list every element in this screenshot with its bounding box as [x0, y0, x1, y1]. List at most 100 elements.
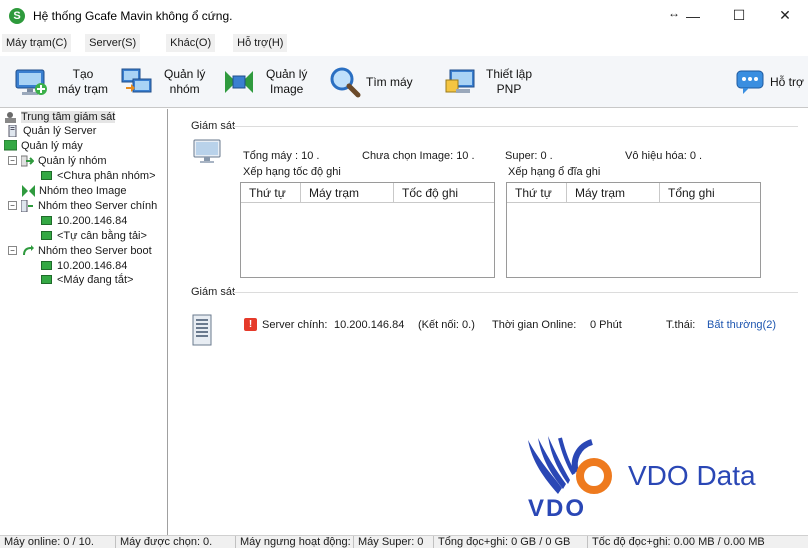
group-monitors-icon: [120, 66, 154, 98]
tree-item-label: 10.200.146.84: [57, 259, 128, 272]
close-button[interactable]: ✕: [762, 0, 808, 31]
status-super: Máy Super: 0: [354, 535, 434, 548]
tree-item-server-manage[interactable]: Quản lý Server: [6, 123, 96, 138]
app-logo-icon: S: [9, 7, 25, 24]
tree-item-group-by-image[interactable]: Nhóm theo Image: [22, 183, 126, 198]
tree-item-group-manage[interactable]: − Quản lý nhóm: [8, 153, 106, 168]
menu-ho-tro[interactable]: Hỗ trợ(H): [233, 34, 288, 52]
menu-server[interactable]: Server(S): [85, 34, 141, 52]
column-header[interactable]: Tốc độ ghi: [394, 183, 494, 202]
tree-item-label: 10.200.146.84: [57, 214, 128, 227]
create-station-button[interactable]: Tạo máy trạm: [14, 62, 108, 102]
tree-item-label: Nhóm theo Server chính: [38, 199, 158, 212]
server-tower-icon: [191, 314, 213, 349]
disabled-text: Vô hiệu hóa: 0 .: [625, 150, 703, 162]
tree-item-load-balance[interactable]: <Tự cân bằng tải>: [40, 228, 147, 243]
toolbar: Tạo máy trạm Quản lý nhóm Quản lý Image Tìm…: [0, 56, 808, 108]
create-station-label: Tạo máy trạm: [58, 67, 109, 96]
status-total-rw: Tổng đọc+ghi: 0 GB / 0 GB: [434, 535, 588, 548]
collapse-icon[interactable]: −: [8, 201, 17, 210]
monitor-section-title: Giám sát: [191, 120, 236, 132]
vdo-mark-icon: VDO: [528, 436, 612, 522]
boot-arrow-icon: [21, 244, 34, 257]
tree-item-ungrouped[interactable]: <Chưa phân nhóm>: [40, 168, 156, 183]
image-arrows-icon: [222, 66, 256, 98]
column-header[interactable]: Thứ tự: [507, 183, 567, 202]
window-controls: — ☐ ✕: [670, 0, 808, 31]
alert-icon: !: [244, 318, 257, 331]
status-selected: Máy được chọn: 0.: [116, 535, 236, 548]
manage-group-label: Quản lý nhóm: [164, 67, 206, 96]
column-header[interactable]: Thứ tự: [241, 183, 301, 202]
tree-item-monitor-center[interactable]: Trung tâm giám sát: [4, 109, 116, 124]
pc-icon: [40, 170, 53, 182]
no-image-text: Chưa chọn Image: 10 .: [362, 150, 475, 162]
magnifier-icon: [328, 66, 362, 98]
column-header[interactable]: Máy trạm: [567, 183, 660, 202]
menu-khac[interactable]: Khác(O): [166, 34, 216, 52]
maximize-button[interactable]: ☐: [716, 0, 762, 31]
support-label: Hỗ trợ: [770, 74, 804, 89]
table-header: Thứ tự Máy trạm Tốc độ ghi: [241, 183, 494, 203]
setup-pnp-button[interactable]: Thiết lập PNP: [444, 62, 532, 102]
tree-item-machines-off[interactable]: <Máy đang tắt>: [40, 272, 133, 287]
monitor-add-icon: [14, 66, 48, 98]
monitor-center-icon: [4, 111, 17, 123]
status-label: T.thái:: [666, 319, 696, 331]
manage-group-button[interactable]: Quản lý nhóm: [120, 62, 205, 102]
pc-icon: [40, 260, 53, 272]
chat-support-icon: [734, 66, 768, 98]
group-arrow-icon: [21, 155, 34, 167]
window-title: Hệ thống Gcafe Mavin không ổ cứng.: [33, 8, 233, 23]
tree-item-label: Quản lý máy: [21, 139, 83, 152]
menu-bar: Máy trạm(C) Server(S) Khác(O) Hỗ trợ(H): [0, 33, 808, 53]
tree-item-label: <Máy đang tắt>: [57, 273, 134, 286]
status-speed-rw: Tốc độ đọc+ghi: 0.00 MB / 0.00 MB: [592, 536, 765, 548]
manage-image-label: Quản lý Image: [266, 67, 308, 96]
main-server-label: Server chính:: [262, 319, 328, 331]
section-divider: [233, 126, 798, 127]
monitor-icon: [193, 139, 221, 168]
navigation-tree: Trung tâm giám sát Quản lý Server Quản l…: [0, 109, 168, 535]
collapse-icon[interactable]: −: [8, 246, 17, 255]
table-header: Thứ tự Máy trạm Tổng ghi: [507, 183, 760, 203]
main-server-ip: 10.200.146.84: [334, 319, 405, 331]
menu-may-tram[interactable]: Máy trạm(C): [2, 34, 72, 52]
status-online: Máy online: 0 / 10.: [0, 535, 116, 548]
vdo-mark-text: VDO: [528, 495, 586, 522]
tree-item-main-server-ip[interactable]: 10.200.146.84: [40, 213, 127, 228]
find-machine-label: Tìm máy: [366, 74, 413, 89]
tree-item-label: <Tự cân bằng tải>: [57, 229, 147, 242]
speed-rank-table[interactable]: Thứ tự Máy trạm Tốc độ ghi: [240, 182, 495, 278]
status-stopped: Máy ngưng hoạt động:: [236, 535, 354, 548]
manage-image-button[interactable]: Quản lý Image: [222, 62, 307, 102]
disk-rank-table[interactable]: Thứ tự Máy trạm Tổng ghi: [506, 182, 761, 278]
server-group-icon: [21, 199, 34, 212]
section-divider: [233, 292, 798, 293]
pnp-monitor-icon: [444, 66, 478, 98]
tree-item-label: <Chưa phân nhóm>: [57, 169, 156, 182]
monitor-green-icon: [4, 139, 17, 152]
column-header[interactable]: Máy trạm: [301, 183, 394, 202]
status-abnormal-link[interactable]: Bất thường(2): [707, 319, 776, 331]
server-tower-icon: [6, 124, 19, 137]
total-machines-text: Tổng máy : 10 .: [243, 150, 320, 162]
speed-rank-title: Xếp hạng tốc độ ghi: [243, 166, 341, 178]
column-header[interactable]: Tổng ghi: [660, 183, 760, 202]
tree-item-group-by-boot-server[interactable]: − Nhóm theo Server boot: [8, 243, 152, 258]
tree-item-machine-manage[interactable]: Quản lý máy: [4, 138, 83, 153]
vdo-data-logo: VDO VDO Data: [520, 432, 760, 522]
minimize-button[interactable]: —: [670, 0, 716, 31]
find-machine-button[interactable]: Tìm máy: [328, 62, 413, 102]
tree-item-boot-server-ip[interactable]: 10.200.146.84: [40, 258, 127, 273]
collapse-icon[interactable]: −: [8, 156, 17, 165]
support-button[interactable]: Hỗ trợ: [734, 62, 804, 102]
vdo-brand-text: VDO Data: [628, 460, 756, 491]
image-group-icon: [22, 184, 35, 197]
tree-item-label: Trung tâm giám sát: [21, 110, 116, 123]
pc-icon: [40, 215, 53, 227]
tree-item-label: Quản lý nhóm: [38, 154, 107, 167]
tree-item-group-by-main-server[interactable]: − Nhóm theo Server chính: [8, 198, 157, 213]
tree-item-label: Nhóm theo Image: [39, 184, 127, 197]
online-time-value: 0 Phút: [590, 319, 622, 331]
